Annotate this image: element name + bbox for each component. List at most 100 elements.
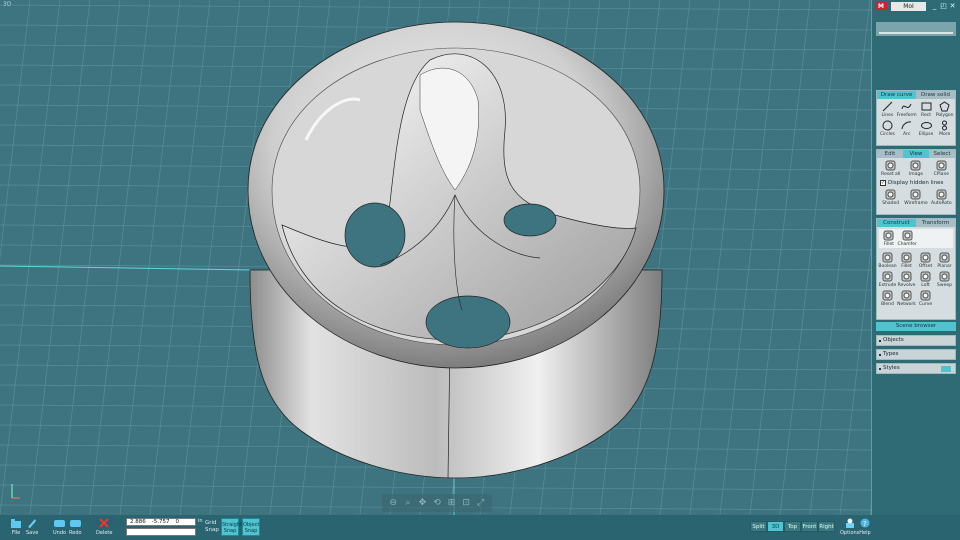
tab-draw-solid[interactable]: Draw solid: [916, 91, 955, 99]
3d-viewport[interactable]: 3D ⊖ ⌕ ✥ ⟲ ⊞ ⊡ ⤢: [0, 0, 872, 515]
redo-button[interactable]: Redo: [69, 517, 82, 536]
help-icon: ?: [859, 517, 871, 529]
tool-extrude[interactable]: Extrude: [878, 271, 897, 288]
tool-label: Lines: [881, 113, 894, 118]
coordinate-input[interactable]: 2.886 -5.757 0: [126, 518, 196, 526]
tool-planar[interactable]: Planar: [935, 252, 954, 269]
tool-reset[interactable]: Reset all: [878, 160, 903, 177]
tool-boolean[interactable]: Boolean: [878, 252, 897, 269]
view-tab-top[interactable]: Top: [784, 521, 801, 532]
zoom-icon[interactable]: ⌕: [403, 498, 413, 508]
tool-cplane[interactable]: CPlane: [929, 160, 954, 177]
tool-label: Rect: [921, 113, 931, 118]
tool-image[interactable]: Image: [903, 160, 928, 177]
help-button[interactable]: ? Help: [859, 517, 871, 536]
tool-rect[interactable]: Rect: [917, 101, 936, 118]
tool-freeform[interactable]: Freeform: [897, 101, 917, 118]
tool-loft[interactable]: Loft: [916, 271, 935, 288]
view-tabs: Split 3D Top Front Right: [750, 521, 835, 532]
tool-curve[interactable]: Curve: [916, 290, 935, 307]
view-tab-split[interactable]: Split: [750, 521, 767, 532]
straight-snap-toggle[interactable]: Straight Snap: [221, 518, 242, 536]
autoroto-icon: [936, 189, 947, 200]
scene-row-label: Objects: [883, 337, 904, 343]
restore-icon[interactable]: ◰: [939, 2, 948, 11]
object-snap-toggle[interactable]: Object Snap: [242, 518, 260, 536]
tool-label: Offset: [918, 264, 933, 269]
distance-input[interactable]: [126, 528, 196, 536]
tool-circle[interactable]: Circles: [878, 120, 897, 137]
tool-revolve[interactable]: Revolve: [897, 271, 916, 288]
tab-edit[interactable]: Edit: [877, 150, 903, 158]
view-tab-front[interactable]: Front: [801, 521, 818, 532]
construct-panel: Construct Transform Fillet Chamfer Boolea…: [876, 218, 956, 320]
grid-line: [719, 0, 781, 515]
tool-offset[interactable]: Offset: [916, 252, 935, 269]
rotate-icon[interactable]: ⟲: [432, 498, 442, 508]
progress-slot: [879, 32, 953, 34]
zoom-window-icon[interactable]: ⊡: [461, 498, 471, 508]
view-navigation-bar[interactable]: ⊖ ⌕ ✥ ⟲ ⊞ ⊡ ⤢: [382, 494, 492, 512]
tool-label: CPlane: [933, 172, 950, 177]
tool-label: Curve: [918, 302, 933, 307]
save-label: Save: [26, 530, 39, 536]
scene-browser-button[interactable]: Scene browser: [876, 322, 956, 331]
folder-icon: [10, 517, 22, 529]
tool-network[interactable]: Network: [897, 290, 916, 307]
tool-shaded[interactable]: Shaded: [878, 189, 903, 206]
styles-arrow-icon[interactable]: [941, 366, 951, 372]
tool-fillet[interactable]: Fillet: [880, 230, 898, 247]
tool-fillet2[interactable]: Fillet: [897, 252, 916, 269]
tool-more[interactable]: More: [935, 120, 954, 137]
tool-chamfer[interactable]: Chamfer: [898, 230, 917, 247]
delete-button[interactable]: Delete: [96, 517, 112, 536]
grid-snap-toggle[interactable]: Grid Snap: [205, 520, 219, 534]
coord-z: 0: [175, 519, 179, 525]
grid-line: [209, 0, 271, 515]
tool-blend[interactable]: Blend: [878, 290, 897, 307]
tool-sweep[interactable]: Sweep: [935, 271, 954, 288]
file-button[interactable]: File: [10, 517, 22, 536]
view-tab-3d[interactable]: 3D: [767, 521, 784, 532]
3d-model[interactable]: [247, 21, 665, 479]
curve-icon: [920, 290, 931, 301]
scene-row-types[interactable]: Types: [876, 349, 956, 360]
freeform-icon: [901, 101, 912, 112]
unit-label: in: [198, 518, 203, 524]
tab-transform[interactable]: Transform: [916, 219, 955, 227]
coord-x: 2.886: [130, 519, 146, 525]
minimize-icon[interactable]: _: [930, 2, 939, 11]
grid-line: [779, 0, 841, 515]
tool-label: Boolean: [878, 264, 897, 269]
ellipse-icon: [920, 120, 932, 131]
maximize-view-icon[interactable]: ⤢: [476, 498, 486, 508]
tab-construct[interactable]: Construct: [877, 219, 916, 227]
view-tab-right[interactable]: Right: [818, 521, 835, 532]
zoom-extents-icon[interactable]: ⊞: [447, 498, 457, 508]
tool-autoroto[interactable]: AutoRoto: [929, 189, 954, 206]
grid-line: [839, 245, 871, 515]
tool-line[interactable]: Lines: [878, 101, 897, 118]
pan-icon[interactable]: ✥: [417, 498, 427, 508]
display-hidden-lines-checkbox[interactable]: ✓ Display hidden lines: [877, 179, 955, 187]
tab-select[interactable]: Select: [929, 150, 955, 158]
tool-label: Revolve: [897, 283, 916, 288]
close-icon[interactable]: ✕: [948, 2, 957, 11]
tool-ellipse[interactable]: Ellipse: [917, 120, 936, 137]
options-button[interactable]: Options: [840, 517, 859, 536]
grid-line: [809, 0, 871, 515]
tool-polygon[interactable]: Polygon: [935, 101, 954, 118]
tool-arc[interactable]: Arc: [897, 120, 917, 137]
tool-wireframe[interactable]: Wireframe: [903, 189, 928, 206]
tool-label: AutoRoto: [931, 201, 952, 206]
grid-line: [659, 0, 721, 515]
scene-row-objects[interactable]: Objects: [876, 335, 956, 346]
chamfer-icon: [902, 230, 913, 241]
undo-button[interactable]: Undo: [53, 517, 66, 536]
tab-draw-curve[interactable]: Draw curve: [877, 91, 916, 99]
save-button[interactable]: Save: [26, 517, 38, 536]
zoom-out-icon[interactable]: ⊖: [388, 498, 398, 508]
scene-row-styles[interactable]: Styles: [876, 363, 956, 374]
tab-view[interactable]: View: [903, 150, 929, 158]
bullet-icon: [879, 340, 881, 342]
